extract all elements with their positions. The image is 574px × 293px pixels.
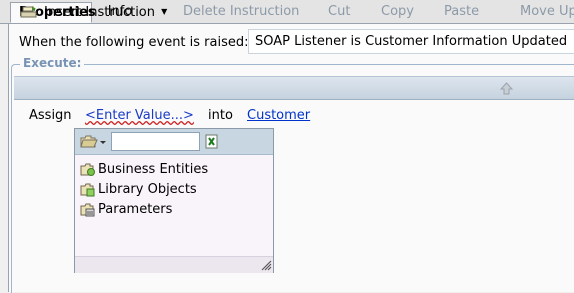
tree-item-label: Parameters	[98, 202, 173, 217]
library-objects-icon	[80, 183, 95, 196]
into-label: into	[208, 108, 233, 123]
assign-label: Assign	[29, 108, 72, 123]
parameters-icon	[80, 203, 95, 216]
paste-button[interactable]: Paste	[444, 4, 479, 19]
open-folder-dropdown-icon[interactable]	[80, 134, 110, 149]
event-label: When the following event is raised:	[19, 35, 249, 50]
chevron-down-icon: ▼	[161, 7, 168, 16]
delete-instruction-button[interactable]: Delete Instruction	[183, 4, 299, 19]
copy-button[interactable]: Copy	[381, 4, 414, 19]
enter-value-link[interactable]: <Enter Value...>	[85, 108, 194, 123]
excel-icon[interactable]	[205, 134, 219, 149]
insert-instruction-icon	[20, 6, 37, 18]
resize-grip-icon[interactable]	[260, 259, 272, 271]
tree-item-parameters[interactable]: Parameters	[80, 202, 172, 217]
insert-instruction-button[interactable]: Insert Instruction ▼	[44, 4, 167, 20]
tree-item-business-entities[interactable]: Business Entities	[80, 162, 208, 177]
tree-item-label: Business Entities	[98, 162, 209, 177]
instruction-toolbar	[14, 76, 574, 100]
tree-item-library-objects[interactable]: Library Objects	[80, 182, 197, 197]
move-up-button[interactable]: Move Up	[520, 4, 574, 19]
cut-button[interactable]: Cut	[328, 4, 350, 19]
picker-search-input[interactable]	[111, 132, 200, 151]
event-field[interactable]: SOAP Listener is Customer Information Up…	[248, 29, 574, 54]
insert-instruction-label: Insert Instruction	[44, 5, 155, 20]
move-up-icon	[500, 82, 513, 95]
customer-link[interactable]: Customer	[247, 108, 310, 123]
value-picker-footer	[75, 256, 273, 273]
execute-legend: Execute:	[20, 56, 85, 70]
tree-item-label: Library Objects	[98, 182, 197, 197]
business-entities-icon	[80, 163, 95, 176]
